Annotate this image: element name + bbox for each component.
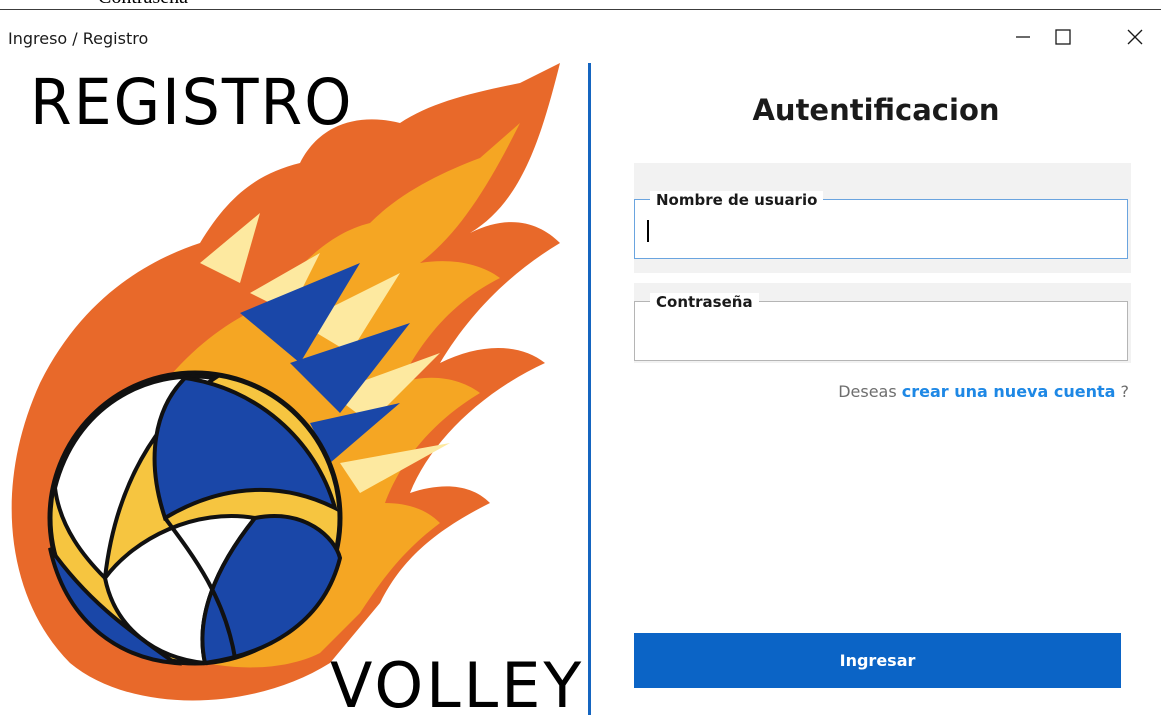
logo-title-top: REGISTRO <box>30 66 354 140</box>
window-title: Ingreso / Registro <box>8 29 149 48</box>
cut-off-text-strip: Contraseña <box>0 0 1161 10</box>
signup-suffix: ? <box>1120 382 1130 401</box>
password-input[interactable] <box>643 320 1121 350</box>
signup-prompt: Deseas crear una nueva cuenta ? <box>838 382 1129 401</box>
signup-prefix: Deseas <box>838 382 897 401</box>
username-input[interactable] <box>643 218 1121 248</box>
password-field-group: Contraseña <box>634 283 1131 363</box>
password-label: Contraseña <box>650 293 759 311</box>
minimize-icon <box>1016 35 1030 38</box>
window-titlebar: Ingreso / Registro <box>0 10 1161 63</box>
logo-panel: REGISTRO VOLLEY <box>0 63 588 715</box>
maximize-button[interactable] <box>1040 10 1086 63</box>
username-label: Nombre de usuario <box>650 191 824 209</box>
logo-title-bottom: VOLLEY <box>330 649 585 715</box>
volleyball-in-flames-icon <box>11 63 560 701</box>
cut-off-label: Contraseña <box>98 0 188 9</box>
login-heading: Autentificacion <box>752 93 1000 127</box>
login-panel: Autentificacion Nombre de usuario Contra… <box>591 63 1161 715</box>
create-account-link[interactable]: crear una nueva cuenta <box>902 382 1116 401</box>
close-icon <box>1127 29 1143 44</box>
username-field-group: Nombre de usuario <box>634 163 1131 273</box>
login-button[interactable]: Ingresar <box>634 633 1121 688</box>
maximize-icon <box>1055 28 1071 45</box>
close-button[interactable] <box>1112 10 1158 63</box>
text-caret <box>647 220 649 242</box>
